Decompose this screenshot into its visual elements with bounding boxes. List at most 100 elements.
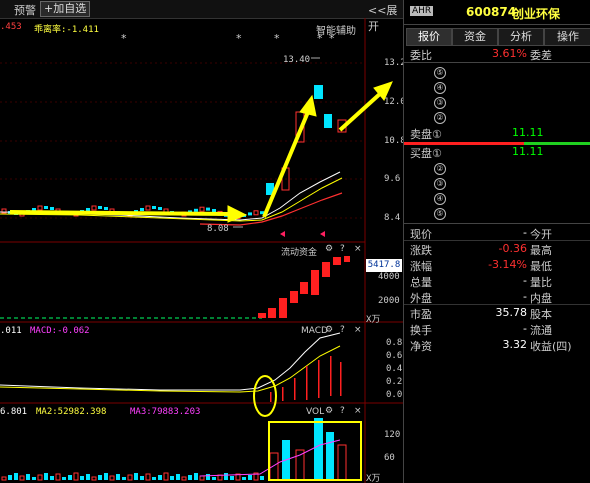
signal-marker (320, 231, 325, 237)
tab-funds[interactable]: 资金 (452, 28, 498, 46)
fund-flow-bar (290, 291, 298, 303)
fund-flow-bar (268, 308, 276, 318)
candle (145, 205, 151, 211)
stat-label: 最低 (530, 260, 552, 273)
low-label: 8.08 (207, 224, 229, 234)
buy-level-3: ③ (404, 176, 590, 191)
fund-flow-bar (311, 270, 319, 295)
stat-label: 涨跌 (410, 244, 432, 257)
sell-level-3: ③ (404, 95, 590, 110)
fund-flow-bar (258, 313, 266, 318)
volume-bar (212, 477, 216, 480)
candle (98, 206, 102, 209)
vol-unit: X万 (366, 474, 381, 483)
volume-bar (44, 473, 48, 480)
volume-bar (14, 473, 18, 480)
vol-title: VOL (306, 407, 325, 417)
candle (253, 210, 259, 216)
price-tick: 12.0 (384, 97, 403, 107)
volume-bar (188, 475, 192, 480)
volume-bar (19, 475, 25, 481)
sell-level-5: ⑤ (404, 65, 590, 80)
volume-bar (62, 477, 66, 480)
stats-row: 净资 3.32 收益(四) (404, 338, 590, 353)
buy-level-1: 买盘① 11.11 (410, 145, 544, 160)
stat-label: 收益(四) (530, 340, 572, 353)
macd-value: MACD:-0.062 (30, 326, 90, 336)
volume-bar (181, 476, 187, 481)
volume-bar (104, 473, 108, 480)
stat-value: - (523, 226, 527, 239)
chart-area[interactable]: 预警 +加自选 .453 乖离率:-1.411 智能辅助 <<展开 * * * … (0, 0, 403, 483)
help-icon[interactable]: ? (340, 325, 345, 335)
help-icon[interactable]: ? (340, 244, 345, 254)
annotation-arrows (9, 81, 393, 223)
tab-operation[interactable]: 操作 (544, 28, 590, 46)
fund-flow-tick: 4000 (378, 272, 400, 282)
fund-flow-title: 流动资金 (281, 248, 318, 258)
macd-bar (318, 360, 320, 398)
stat-label: 市盈 (410, 308, 432, 321)
volume-bar (230, 476, 234, 480)
gear-icon[interactable]: ⚙ (325, 406, 333, 416)
price-tick: 9.6 (384, 174, 401, 184)
tab-quote[interactable]: 报价 (406, 28, 452, 46)
price-tick: 13.2 (384, 58, 403, 68)
volume-bar (176, 474, 180, 480)
stat-label: 最高 (530, 244, 552, 257)
gear-icon[interactable]: ⚙ (325, 244, 333, 254)
candle (140, 208, 144, 211)
marker-star: * (317, 32, 323, 45)
volume-bar (80, 476, 84, 480)
help-icon[interactable]: ? (340, 406, 345, 416)
macd-left-value: .011 (0, 326, 22, 336)
volume-bar (152, 477, 156, 480)
close-icon[interactable]: × (354, 406, 362, 416)
volume-bar (224, 473, 228, 480)
macd-tick: 0.0 (386, 390, 403, 400)
volume-bar (26, 474, 30, 480)
volume-bar (55, 473, 61, 481)
candle (152, 206, 156, 209)
candle (199, 206, 205, 212)
volume-bar (122, 477, 126, 480)
volume-bar (260, 476, 264, 480)
stats-row: 涨幅 -3.14% 最低 (404, 258, 590, 273)
buy-level-2: ② (404, 161, 590, 176)
stock-code: 600874 (466, 5, 517, 19)
close-icon[interactable]: × (354, 325, 362, 335)
macd-tick: 0.2 (386, 377, 403, 387)
marker-star: * (121, 32, 127, 45)
stat-value: -3.14% (488, 258, 527, 271)
macd-bar (294, 378, 296, 400)
macd-bar (306, 366, 308, 400)
stat-label: 流通 (530, 324, 552, 337)
tab-analysis[interactable]: 分析 (498, 28, 544, 46)
vol-ma2: MA2:52982.398 (36, 407, 107, 417)
marker-star: * (274, 32, 280, 45)
candle (212, 209, 216, 212)
macd-tick: 0.4 (386, 364, 403, 374)
market-tag: AHR (410, 6, 434, 16)
volume-bar (269, 452, 279, 481)
volume-bar (134, 473, 138, 480)
macd-bar (270, 392, 272, 402)
candle (324, 114, 332, 128)
vol-ma3: MA3:79883.203 (130, 407, 201, 417)
volume-bar (163, 472, 169, 481)
gear-icon[interactable]: ⚙ (325, 325, 333, 335)
volume-bar (158, 475, 162, 480)
marker-star: * (236, 32, 242, 45)
stat-value: -0.36 (498, 242, 527, 255)
close-icon[interactable]: × (354, 244, 362, 254)
stat-label: 换手 (410, 324, 432, 337)
stats-row: 总量 - 量比 (404, 274, 590, 289)
vol-left-value: 6.801 (0, 407, 28, 417)
volume-bar (337, 444, 347, 481)
stat-value: - (523, 274, 527, 287)
stats-row: 换手 - 流通 (404, 322, 590, 337)
volume-bar (109, 475, 115, 481)
volume-bar (32, 477, 36, 480)
fund-flow-unit: X万 (366, 315, 381, 325)
fund-flow-bars (258, 256, 350, 318)
